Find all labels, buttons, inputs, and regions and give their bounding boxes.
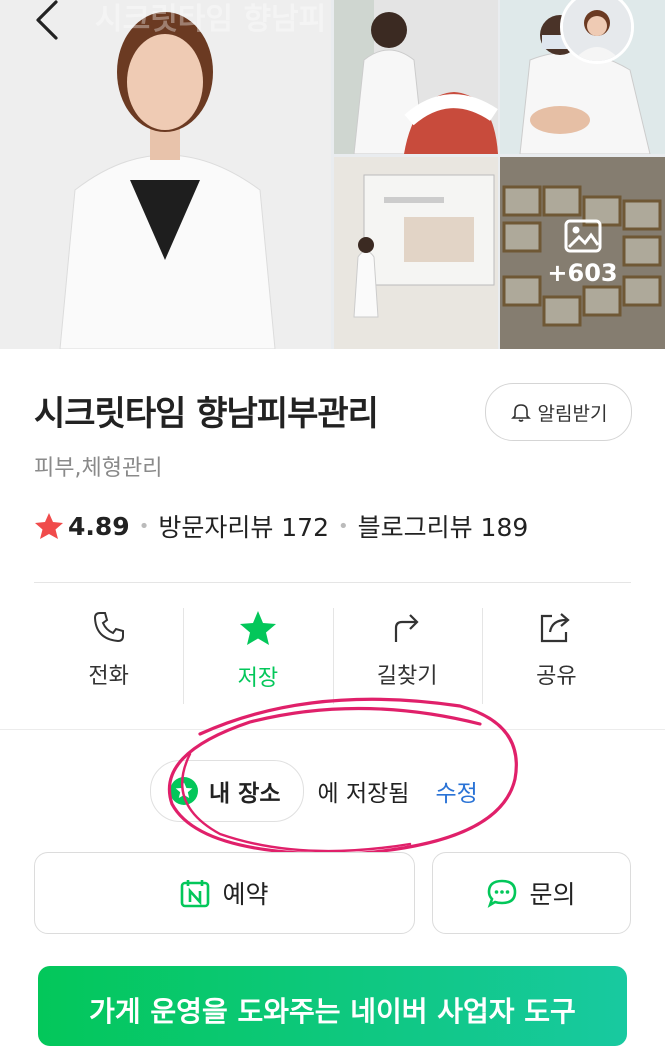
rating-score: 4.89 <box>68 511 130 541</box>
place-name: 시크릿타임 향남피부관리 <box>34 394 379 434</box>
blog-reviews-link[interactable]: 블로그리뷰 189 <box>358 508 529 544</box>
bell-icon <box>510 404 531 422</box>
call-button[interactable]: 전화 <box>34 604 183 704</box>
share-icon <box>541 613 571 643</box>
phone-icon <box>93 612 124 643</box>
star-icon <box>35 513 63 539</box>
divider <box>34 582 631 583</box>
save-label: 저장 <box>237 666 279 691</box>
banner-text: 가게 운영을 도와주는 네이버 사업자 도구 <box>89 995 576 1028</box>
inquiry-button[interactable]: 문의 <box>432 852 631 934</box>
back-button[interactable] <box>28 0 68 44</box>
header-title: 시크릿타임 향남피 <box>95 2 327 37</box>
directions-icon <box>395 614 419 642</box>
image-icon <box>564 219 601 253</box>
gallery-photo[interactable] <box>334 157 498 349</box>
notify-button[interactable]: 알림받기 <box>485 383 632 441</box>
visitor-reviews-link[interactable]: 방문자리뷰 172 <box>158 508 329 544</box>
call-label: 전화 <box>88 664 129 689</box>
share-label: 공유 <box>536 664 577 689</box>
inquiry-label: 문의 <box>529 880 576 909</box>
directions-label: 길찾기 <box>376 664 438 689</box>
annotation-circle <box>167 697 518 856</box>
share-button[interactable]: 공유 <box>481 604 631 704</box>
more-photos-overlay[interactable]: +603 <box>500 157 665 349</box>
chevron-left-icon <box>36 0 58 40</box>
calendar-icon <box>181 880 210 908</box>
save-button[interactable]: 저장 <box>183 604 332 704</box>
business-tools-banner[interactable]: 가게 운영을 도와주는 네이버 사업자 도구 <box>38 966 627 1046</box>
action-bar: 전화 저장 길찾기 공유 <box>34 604 631 704</box>
main-photo[interactable] <box>0 0 331 349</box>
chat-icon <box>488 879 517 908</box>
photo-gallery[interactable]: +603 시크릿타임 향남피 <box>0 0 665 349</box>
separator-dot: • <box>337 515 349 537</box>
gallery-photo[interactable] <box>334 0 498 154</box>
directions-button[interactable]: 길찾기 <box>332 604 482 704</box>
star-icon <box>239 611 276 645</box>
reserve-label: 예약 <box>222 880 269 909</box>
place-category: 피부,체형관리 <box>34 456 163 481</box>
rating-row: 4.89 • 방문자리뷰 172 • 블로그리뷰 189 <box>34 508 528 544</box>
reserve-button[interactable]: 예약 <box>34 852 415 934</box>
separator-dot: • <box>138 515 150 537</box>
notify-label: 알림받기 <box>537 402 608 425</box>
more-photos-count: +603 <box>547 259 618 287</box>
